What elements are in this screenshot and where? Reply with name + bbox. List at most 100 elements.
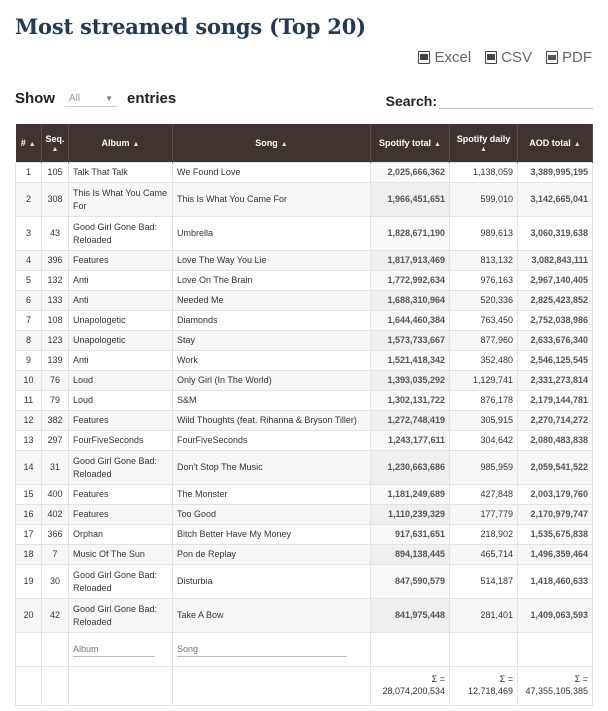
pdf-icon <box>546 51 558 64</box>
spotify-daily-cell: 989,613 <box>449 216 518 251</box>
filter-cell-song <box>172 632 371 667</box>
entries-length-value: All <box>69 92 81 104</box>
album-cell: This Is What You Came For <box>68 182 173 217</box>
pdf-button[interactable]: PDF <box>546 49 592 66</box>
header-label: Seq. <box>45 133 65 144</box>
song-cell: S&M <box>172 390 371 411</box>
table-row: 7 108 Unapologetic Diamonds 1,644,460,384 763… <box>15 310 593 331</box>
table-controls: Show All ▼ entries Search: <box>15 88 593 112</box>
column-header-seq[interactable]: Seq. ▲ <box>41 124 69 163</box>
album-cell: Unapologetic <box>68 310 173 331</box>
aod-total-sum: Σ = 47,355,105,385 <box>517 666 593 706</box>
aod-total-cell: 2,270,714,272 <box>517 410 593 431</box>
album-cell: Good Girl Gone Bad: Reloaded <box>68 564 173 599</box>
seq-cell: 30 <box>41 564 69 599</box>
seq-cell: 76 <box>41 370 69 391</box>
seq-cell: 308 <box>41 182 69 217</box>
seq-cell: 139 <box>41 350 69 371</box>
aod-total-cell: 1,496,359,464 <box>517 544 593 565</box>
aod-total-cell: 2,825,423,852 <box>517 290 593 311</box>
rank-cell: 6 <box>15 290 42 311</box>
table-row: 17 366 Orphan Bitch Better Have My Money 917… <box>15 524 593 545</box>
entries-length-select[interactable]: All ▼ <box>65 91 117 107</box>
songs-table: # ▲ Seq. ▲ Album ▲ Song ▲ Spotify total ▲ Spo… <box>15 124 593 706</box>
spotify-total-cell: 2,025,666,362 <box>370 162 450 183</box>
excel-label: Excel <box>434 49 472 66</box>
filter-cell-empty <box>449 632 518 667</box>
sort-icon: ▲ <box>573 141 581 148</box>
sort-icon: ▲ <box>434 141 441 148</box>
table-row: 10 76 Loud Only Girl (In The World) 1,393,03… <box>15 370 593 391</box>
totals-row: Σ = 28,074,200,534 Σ = 12,718,469 Σ = 47,35… <box>15 666 593 706</box>
spotify-total-cell: 841,975,448 <box>370 598 450 633</box>
rank-cell: 8 <box>15 330 42 351</box>
show-label: Show <box>15 90 55 107</box>
header-label: Album <box>101 138 130 148</box>
aod-total-cell: 2,179,144,781 <box>517 390 593 411</box>
song-filter-input[interactable] <box>177 642 347 657</box>
column-header-rank[interactable]: # ▲ <box>15 124 42 163</box>
seq-cell: 7 <box>41 544 69 565</box>
aod-total-cell: 2,967,140,405 <box>517 270 593 291</box>
album-filter-input[interactable] <box>73 642 155 657</box>
table-row: 15 400 Features The Monster 1,181,249,689 427… <box>15 484 593 505</box>
album-cell: Orphan <box>68 524 173 545</box>
excel-button[interactable]: Excel <box>418 49 471 66</box>
seq-cell: 43 <box>41 216 69 251</box>
song-cell: Umbrella <box>172 216 371 251</box>
page: Most streamed songs (Top 20) Excel CSV P… <box>0 0 608 711</box>
excel-icon <box>418 51 431 64</box>
sigma-label: Σ = <box>574 674 588 684</box>
table-body: 1 105 Talk That Talk We Found Love 2,025,666… <box>15 162 593 633</box>
header-label: Spotify total <box>379 138 432 148</box>
column-header-song[interactable]: Song ▲ <box>172 124 371 163</box>
filter-cell-empty <box>517 632 593 667</box>
spotify-daily-cell: 304,642 <box>449 430 518 451</box>
spotify-daily-cell: 177,779 <box>449 504 518 525</box>
rank-cell: 5 <box>15 270 42 291</box>
spotify-total-cell: 1,828,671,190 <box>370 216 450 251</box>
rank-cell: 19 <box>15 564 42 599</box>
spotify-daily-cell: 813,132 <box>449 250 518 271</box>
spotify-total-cell: 1,110,239,329 <box>370 504 450 525</box>
spotify-total-cell: 1,272,748,419 <box>370 410 450 431</box>
aod-total-cell: 3,142,665,041 <box>517 182 593 217</box>
song-cell: Too Good <box>172 504 371 525</box>
aod-total-cell: 3,082,843,111 <box>517 250 593 271</box>
table-row: 1 105 Talk That Talk We Found Love 2,025,666… <box>15 162 593 183</box>
song-cell: Wild Thoughts (feat. Rihanna & Bryson Ti… <box>172 410 371 431</box>
aod-total-cell: 2,059,541,522 <box>517 450 593 485</box>
album-cell: Loud <box>68 370 173 391</box>
column-header-spotify-daily[interactable]: Spotify daily ▲ <box>449 124 518 163</box>
song-cell: Needed Me <box>172 290 371 311</box>
table-row: 20 42 Good Girl Gone Bad: Reloaded Take A B… <box>15 598 593 633</box>
spotify-total-cell: 1,521,418,342 <box>370 350 450 371</box>
column-header-spotify-total[interactable]: Spotify total ▲ <box>370 124 450 163</box>
chevron-down-icon: ▼ <box>105 93 113 103</box>
sigma-label: Σ = <box>431 674 445 684</box>
column-header-aod-total[interactable]: AOD total ▲ <box>517 124 593 163</box>
seq-cell: 132 <box>41 270 69 291</box>
song-cell: FourFiveSeconds <box>172 430 371 451</box>
spotify-daily-sum: Σ = 12,718,469 <box>449 666 518 706</box>
search-input[interactable] <box>439 90 593 109</box>
song-cell: Disturbia <box>172 564 371 599</box>
csv-button[interactable]: CSV <box>485 49 532 66</box>
table-row: 16 402 Features Too Good 1,110,239,329 177,77… <box>15 504 593 525</box>
totals-cell-empty <box>172 666 371 706</box>
rank-cell: 18 <box>15 544 42 565</box>
album-cell: Music Of The Sun <box>68 544 173 565</box>
song-cell: Love On The Brain <box>172 270 371 291</box>
spotify-total-cell: 894,138,445 <box>370 544 450 565</box>
totals-cell-empty <box>68 666 173 706</box>
spotify-daily-cell: 1,138,059 <box>449 162 518 183</box>
table-header-row: # ▲ Seq. ▲ Album ▲ Song ▲ Spotify total ▲ Spo… <box>15 124 593 163</box>
song-cell: We Found Love <box>172 162 371 183</box>
spotify-daily-cell: 465,714 <box>449 544 518 565</box>
spotify-daily-cell: 1,129,741 <box>449 370 518 391</box>
totals-cell-empty <box>41 666 69 706</box>
spotify-daily-cell: 876,178 <box>449 390 518 411</box>
table-row: 11 79 Loud S&M 1,302,131,722 876,178 2,179,144… <box>15 390 593 411</box>
filter-cell-empty <box>370 632 450 667</box>
column-header-album[interactable]: Album ▲ <box>68 124 173 163</box>
